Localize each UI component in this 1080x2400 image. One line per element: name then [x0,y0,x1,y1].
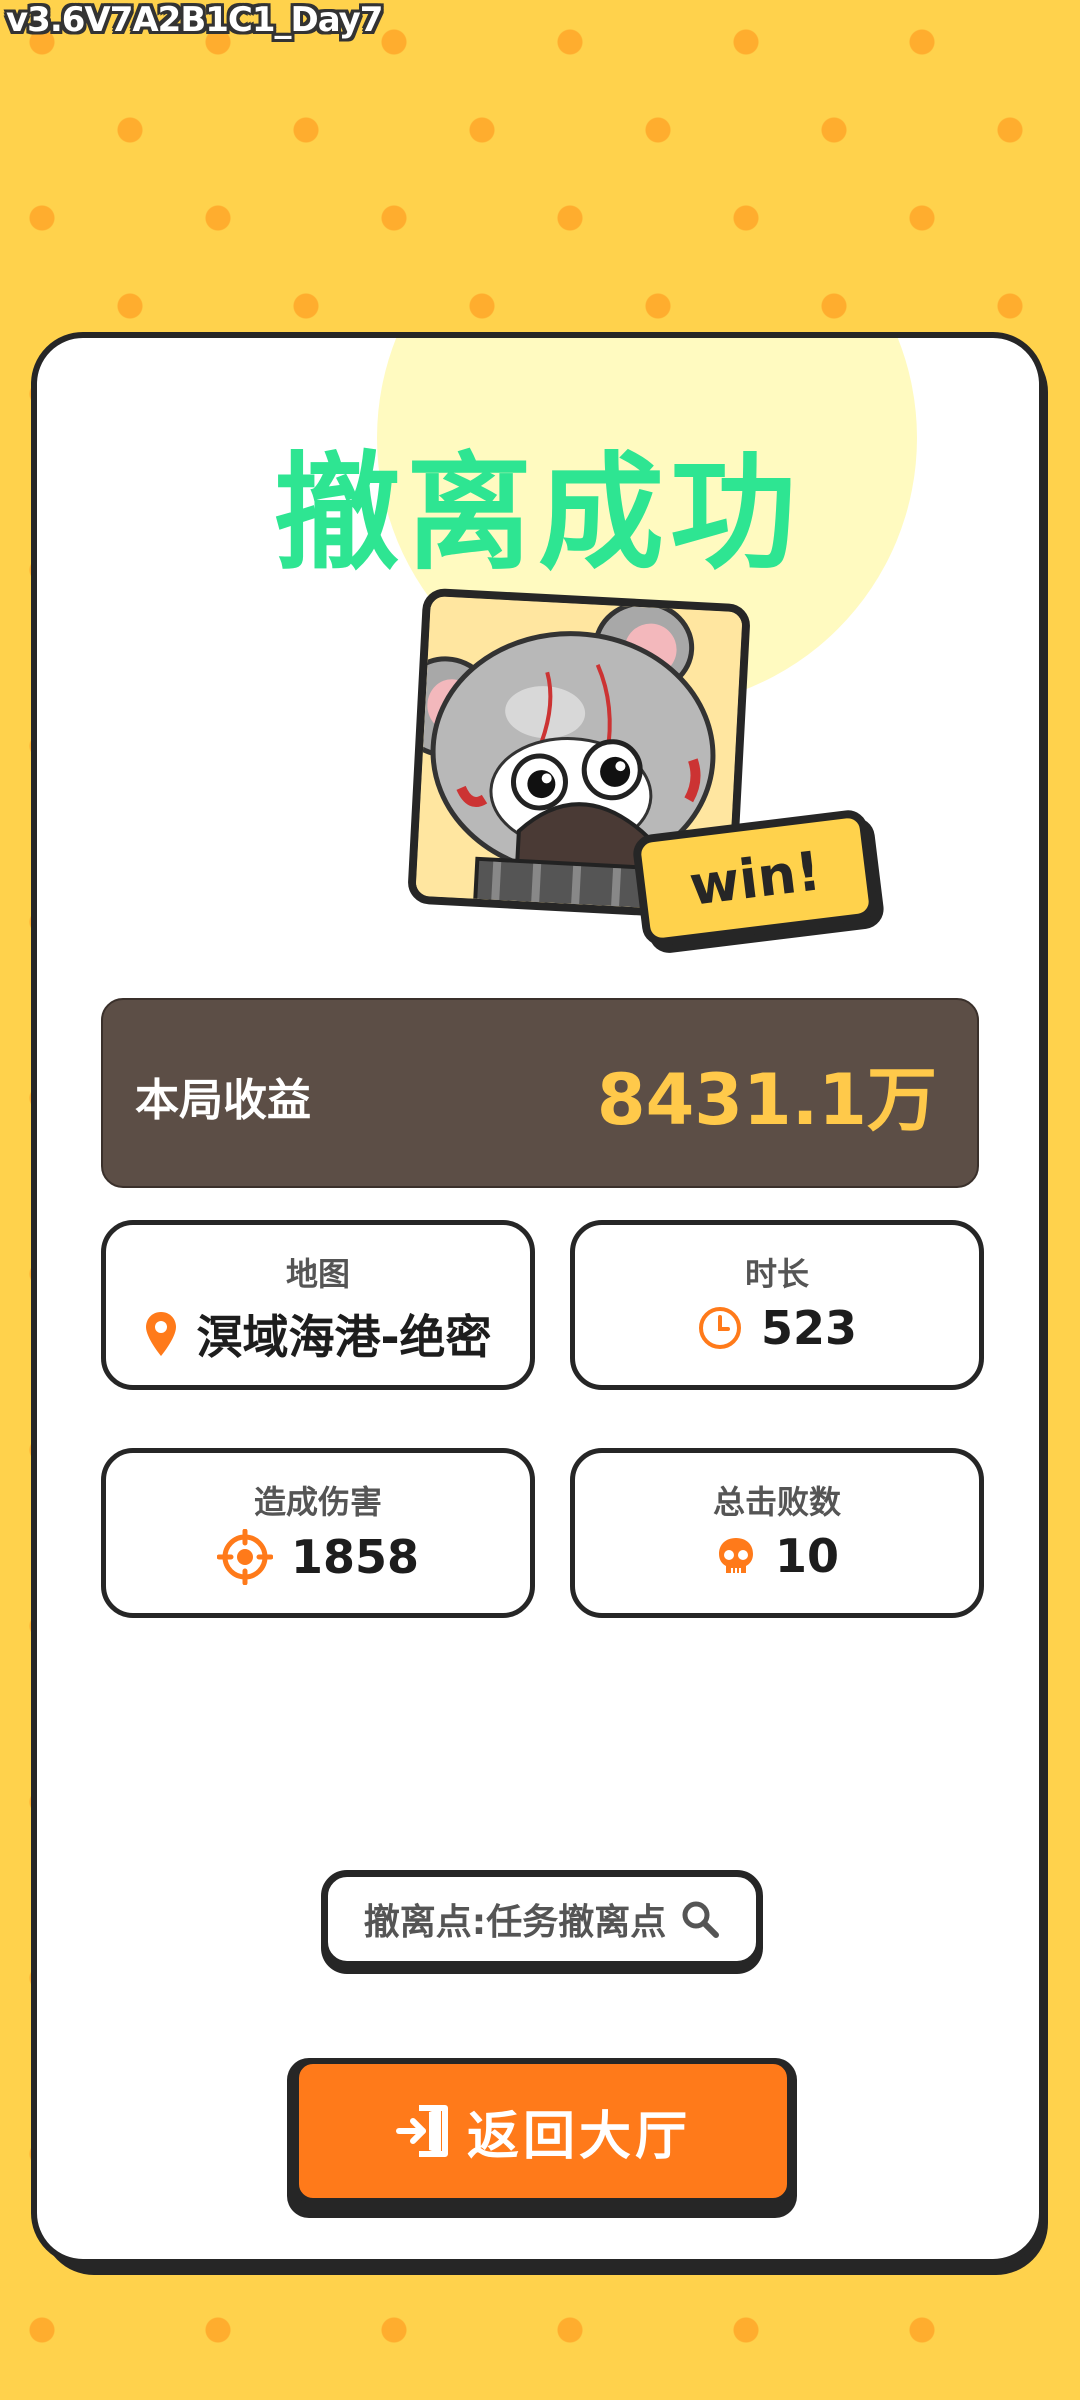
stat-duration-label: 时长 [744,1255,809,1293]
stat-damage-label: 造成伤害 [253,1483,382,1521]
stat-kills-label: 总击败数 [712,1483,841,1521]
stat-duration: 时长 523 [570,1220,984,1390]
stat-kills-value: 10 [774,1529,839,1583]
clock-icon [697,1305,743,1351]
location-pin-icon [144,1310,178,1358]
stat-kills: 总击败数 10 [570,1448,984,1618]
stat-map-label: 地图 [285,1255,350,1293]
extraction-point-pill[interactable]: 撤离点:任务撤离点 [321,1870,763,1968]
search-icon[interactable] [680,1899,720,1939]
return-lobby-button[interactable]: 返回大厅 [293,2058,793,2204]
stat-duration-value: 523 [760,1301,858,1355]
result-card: 撤离成功 win! 本局收益 8431.1万 地图 溟域海港-绝密 时长 523… [31,332,1045,2265]
earnings-value: 8431.1万 [596,1059,937,1141]
extraction-point-text: 撤离点:任务撤离点 [363,1902,667,1943]
stat-map-value: 溟域海港-绝密 [196,1310,492,1364]
earnings-panel: 本局收益 8431.1万 [101,998,979,1188]
return-lobby-label: 返回大厅 [466,2106,691,2167]
stat-map: 地图 溟域海港-绝密 [101,1220,535,1390]
version-label: v3.6V7A2B1C1_Day7 [6,0,383,40]
stat-damage: 造成伤害 1858 [101,1448,535,1618]
earnings-label: 本局收益 [135,1075,311,1126]
stat-damage-value: 1858 [290,1530,420,1584]
exit-door-icon [395,2102,453,2160]
skull-icon [715,1535,757,1577]
crosshair-icon [216,1529,273,1585]
avatar-group: win! [405,587,879,948]
result-title: 撤离成功 [274,440,802,587]
